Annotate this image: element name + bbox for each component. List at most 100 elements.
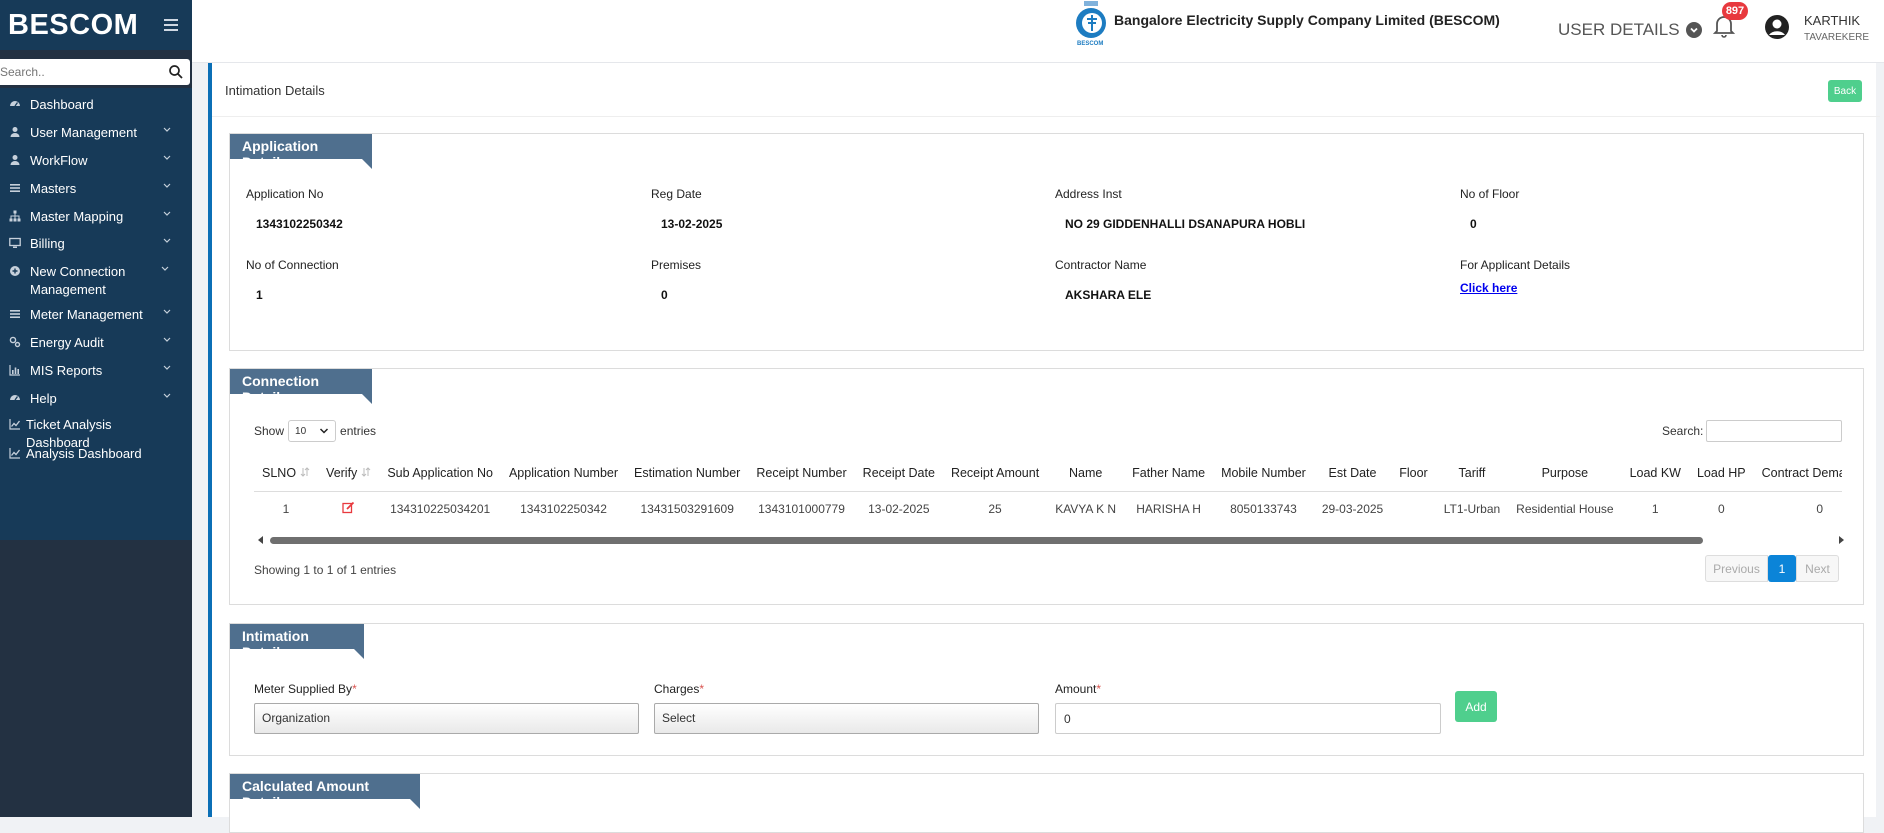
main-content: Intimation Details Back Application Deta… xyxy=(208,63,1884,833)
scroll-left-icon[interactable] xyxy=(256,535,266,545)
field-value: 1343102250342 xyxy=(256,217,343,231)
column-header[interactable]: Sub Application No xyxy=(379,455,501,492)
column-header[interactable]: Mobile Number xyxy=(1213,455,1314,492)
field-label: Application No xyxy=(246,187,324,201)
intimation-card: Intimation Details Back Application Deta… xyxy=(208,63,1880,833)
chevron-down-icon xyxy=(160,127,174,133)
sidebar-item-label: Masters xyxy=(30,181,77,196)
required-mark: * xyxy=(352,682,357,696)
table-cell: KAVYA K N xyxy=(1055,502,1117,517)
sidebar-item-help[interactable]: Help xyxy=(0,390,182,408)
meter-supplied-by-select[interactable]: Organization xyxy=(254,703,639,734)
column-header[interactable]: Name xyxy=(1047,455,1125,492)
column-header-label: Receipt Date xyxy=(862,465,935,480)
column-header-label: Estimation Number xyxy=(634,465,741,480)
menu-toggle-icon[interactable] xyxy=(164,19,178,31)
sidebar-item-meter-management[interactable]: Meter Management xyxy=(0,306,182,324)
sidebar-item-dashboard[interactable]: Dashboard xyxy=(0,96,182,114)
column-header[interactable]: Receipt Number xyxy=(748,455,855,492)
column-header[interactable]: Estimation Number xyxy=(626,455,749,492)
table-cell xyxy=(1391,491,1435,527)
field-value: NO 29 GIDDENHALLI DSANAPURA HOBLI xyxy=(1065,217,1306,231)
monitor-icon xyxy=(8,236,22,250)
table-cell: 1 xyxy=(282,502,290,517)
search-icon[interactable] xyxy=(168,64,184,80)
sidebar-item-label: MIS Reports xyxy=(30,363,103,378)
next-page-button[interactable]: Next xyxy=(1796,555,1839,582)
user-icon xyxy=(8,125,22,139)
sidebar-item-masters[interactable]: Masters xyxy=(0,180,182,198)
table-info: Showing 1 to 1 of 1 entries xyxy=(254,563,397,577)
sidebar-search-input[interactable] xyxy=(0,60,168,84)
chevron-down-circle-icon xyxy=(1685,22,1702,38)
sidebar-item-workflow[interactable]: WorkFlow xyxy=(0,152,182,170)
column-header-label: Sub Application No xyxy=(387,465,493,480)
user-details-dropdown[interactable]: USER DETAILS xyxy=(1558,20,1702,40)
charges-select[interactable]: Select xyxy=(654,703,1039,734)
column-header-label: Name xyxy=(1068,465,1103,480)
sort-icon[interactable] xyxy=(361,467,371,480)
calculated-amount-section: Calculated Amount Details xyxy=(229,773,1864,833)
column-header[interactable]: Receipt Amount xyxy=(942,455,1048,492)
sidebar-item-energy-audit[interactable]: Energy Audit xyxy=(0,334,182,352)
label-text: Amount xyxy=(1055,682,1097,696)
entries-select[interactable]: 10 xyxy=(288,420,337,442)
avatar[interactable] xyxy=(1764,14,1790,40)
scrollbar-thumb[interactable] xyxy=(270,537,1703,544)
divider xyxy=(212,116,1880,117)
sidebar-item-label: WorkFlow xyxy=(30,153,88,168)
column-header-label: Application Number xyxy=(508,465,619,480)
column-header[interactable]: Contract Demand Kv xyxy=(1753,455,1842,492)
field-value: 1 xyxy=(256,288,263,302)
column-header[interactable]: Verify xyxy=(318,455,380,492)
sidebar-item-label: Dashboard xyxy=(30,97,94,112)
chevron-down-icon xyxy=(158,266,172,272)
column-header[interactable]: Application Number xyxy=(500,455,627,492)
add-button[interactable]: Add xyxy=(1455,691,1497,722)
chevron-down-icon xyxy=(160,365,174,371)
field-value: AKSHARA ELE xyxy=(1065,288,1152,302)
table-cell: 8050133743 xyxy=(1230,502,1297,517)
column-header[interactable]: Load HP xyxy=(1688,455,1754,492)
user-details-label: USER DETAILS xyxy=(1558,20,1680,39)
column-header[interactable]: Load KW xyxy=(1621,455,1689,492)
chevron-down-icon xyxy=(160,238,174,244)
field-value: 0 xyxy=(1470,217,1477,231)
column-header[interactable]: Floor xyxy=(1391,455,1436,492)
sidebar-item-label: Master Mapping xyxy=(30,209,124,224)
user-location: TAVAREKERE xyxy=(1804,32,1870,43)
chevron-down-icon xyxy=(160,155,174,161)
sidebar-item-mis-reports[interactable]: MIS Reports xyxy=(0,362,182,380)
column-header-label: Receipt Number xyxy=(756,465,847,480)
chevron-down-icon xyxy=(320,428,329,434)
chevron-down-icon xyxy=(160,309,174,315)
amount-input[interactable]: 0 xyxy=(1055,703,1441,734)
sidebar-item-label: User Management xyxy=(30,125,137,140)
dashboard-icon xyxy=(8,391,22,405)
column-header-label: Contract Demand Kv xyxy=(1761,465,1842,480)
back-button[interactable]: Back xyxy=(1828,80,1862,102)
table-search-input[interactable] xyxy=(1706,420,1843,442)
scroll-right-icon[interactable] xyxy=(1836,535,1846,545)
sidebar-item-master-mapping[interactable]: Master Mapping xyxy=(0,208,182,226)
sidebar-item-new-connection-management[interactable]: New Connection Management xyxy=(0,263,182,299)
brand-logo[interactable]: BESCOM xyxy=(8,9,138,42)
sidebar-item-analysis-dashboard[interactable]: Analysis Dashboard xyxy=(0,445,182,463)
sort-icon[interactable] xyxy=(300,467,310,480)
sidebar-item-user-management[interactable]: User Management xyxy=(0,124,182,142)
horizontal-scrollbar[interactable] xyxy=(258,535,1846,545)
column-header[interactable]: Tariff xyxy=(1435,455,1509,492)
column-header[interactable]: SLNO xyxy=(254,455,319,492)
sidebar-item-label: Energy Audit xyxy=(30,335,104,350)
previous-page-button[interactable]: Previous xyxy=(1705,555,1768,582)
page-1-button[interactable]: 1 xyxy=(1768,555,1796,582)
column-header[interactable]: Est Date xyxy=(1313,455,1392,492)
application-details-section: Application Details Application No 13431… xyxy=(229,133,1864,351)
column-header[interactable]: Purpose xyxy=(1508,455,1622,492)
column-header-label: SLNO xyxy=(262,465,297,480)
column-header[interactable]: Father Name xyxy=(1124,455,1214,492)
applicant-details-link[interactable]: Click here xyxy=(1460,281,1517,295)
sidebar-item-billing[interactable]: Billing xyxy=(0,235,182,253)
edit-icon[interactable] xyxy=(342,502,355,517)
column-header[interactable]: Receipt Date xyxy=(854,455,943,492)
